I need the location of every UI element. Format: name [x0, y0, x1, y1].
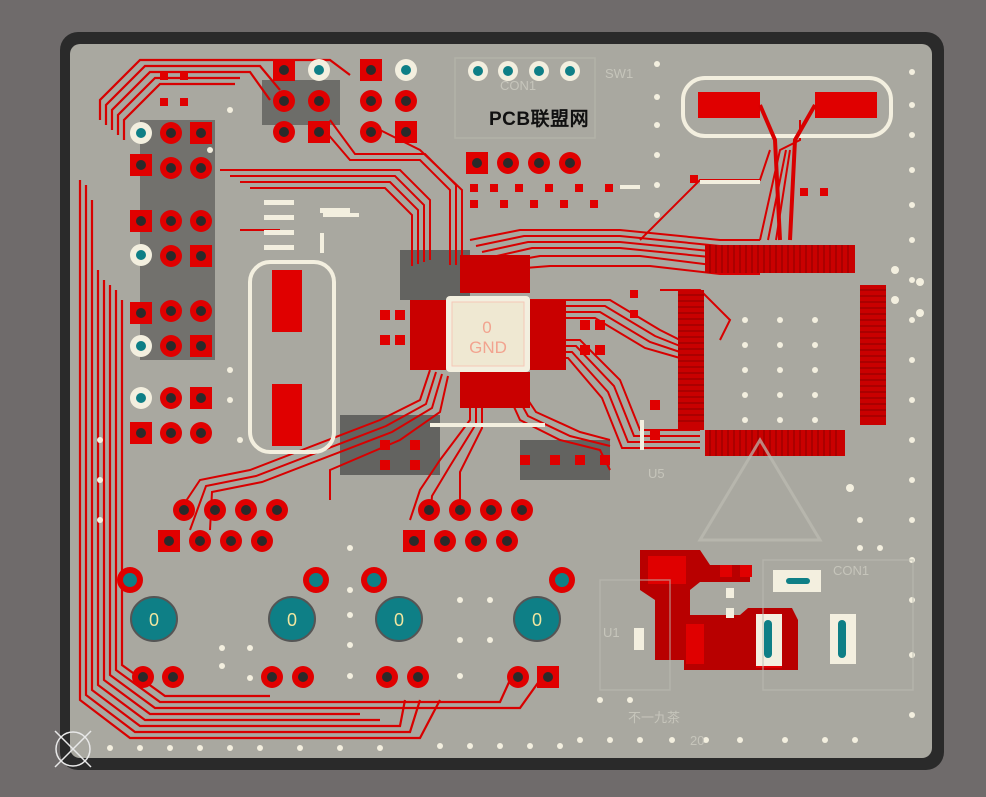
mount-pad-label-1: 0	[149, 610, 159, 630]
mount-pad-label-3: 0	[394, 610, 404, 630]
small-white-pad-3	[726, 608, 734, 618]
slot-pad-horizontal-via	[786, 578, 810, 584]
center-pad-label-gnd: GND	[469, 338, 507, 357]
antenna-pad-right[interactable]	[815, 92, 877, 118]
small-white-pad-1	[634, 628, 644, 650]
small-white-pad-2	[726, 588, 734, 598]
watermark-title: PCB联盟网	[489, 109, 590, 130]
regulator-pad-top[interactable]	[272, 270, 302, 332]
center-pad-label-net: 0	[482, 318, 491, 337]
power-pad-d[interactable]	[686, 624, 704, 664]
origin-marker-icon	[54, 730, 92, 768]
silk-sw1: SW1	[605, 66, 633, 81]
antenna-pad-left[interactable]	[698, 92, 760, 118]
silk-author: 不一九茶	[628, 710, 680, 725]
silk-con1: CON1	[833, 563, 869, 578]
mount-pad-label-4: 0	[532, 610, 542, 630]
silk-date: 20	[690, 733, 704, 748]
slot-pad-vertical-a-via	[764, 620, 772, 658]
silk-con1-top: CON1	[500, 78, 536, 93]
silk-u1: U1	[603, 625, 620, 640]
mount-pad-label-2: 0	[287, 610, 297, 630]
power-pad-c[interactable]	[740, 565, 752, 577]
regulator-pad-bottom[interactable]	[272, 384, 302, 446]
slot-pad-vertical-b-via	[838, 620, 846, 658]
power-pad-b[interactable]	[720, 565, 732, 577]
silk-u5: U5	[648, 466, 665, 481]
